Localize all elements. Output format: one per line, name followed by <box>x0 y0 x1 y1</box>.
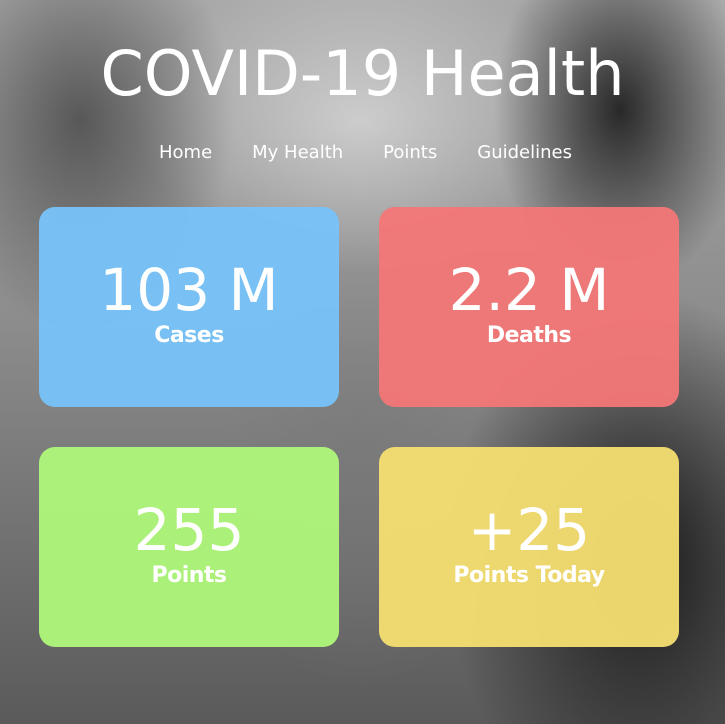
deaths-value: 2.2 M <box>448 256 610 324</box>
nav-item-my-health[interactable]: My Health <box>252 141 343 165</box>
nav-item-home[interactable]: Home <box>159 141 212 165</box>
deaths-label: Deaths <box>486 323 572 348</box>
nav-item-guidelines[interactable]: Guidelines <box>477 141 572 165</box>
nav-item-points[interactable]: Points <box>383 141 437 165</box>
cases-label: Cases <box>154 323 224 348</box>
stat-card-points-today: +25 Points Today <box>379 447 679 647</box>
points-today-value: +25 <box>467 496 591 564</box>
cases-value: 103 M <box>99 256 279 324</box>
main-nav: Home My Health Points Guidelines <box>0 141 725 165</box>
stat-card-deaths: 2.2 M Deaths <box>379 207 679 407</box>
points-value: 255 <box>133 496 245 564</box>
points-label: Points <box>151 563 227 588</box>
page-title: COVID-19 Health <box>100 37 625 110</box>
stat-card-points: 255 Points <box>39 447 339 647</box>
stat-card-cases: 103 M Cases <box>39 207 339 407</box>
points-today-label: Points Today <box>453 563 605 588</box>
